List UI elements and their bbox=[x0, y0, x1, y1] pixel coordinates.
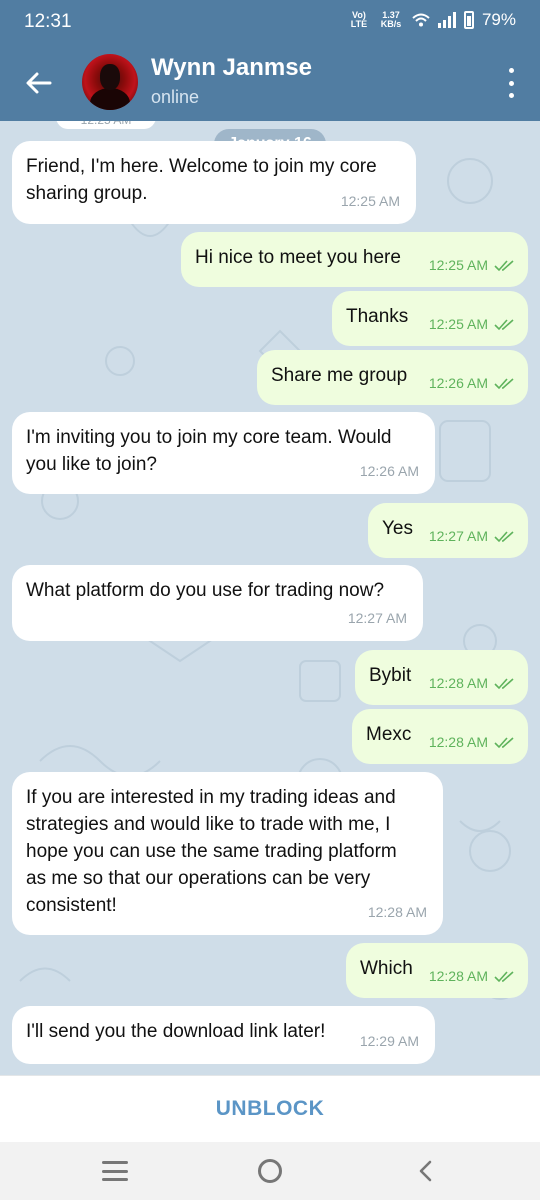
status-icons: Vo) LTE 1.37 KB/s 79% bbox=[348, 10, 516, 30]
message-text: What platform do you use for trading now… bbox=[26, 580, 385, 601]
double-check-icon bbox=[494, 377, 514, 389]
battery-icon bbox=[463, 11, 474, 29]
outgoing-message[interactable]: Bybit 12:28 AM bbox=[355, 650, 528, 705]
outgoing-message[interactable]: Share me group 12:26 AM bbox=[257, 350, 528, 405]
message-time-label: 12:25 AM bbox=[428, 257, 488, 273]
contact-status: online bbox=[151, 87, 200, 107]
message-time: 12:29 AM bbox=[359, 1033, 419, 1049]
message-list[interactable]: 12:25 AM January 16 Friend, I'm here. We… bbox=[0, 121, 540, 1075]
home-icon[interactable] bbox=[258, 1159, 282, 1183]
message-time-label: 12:26 AM bbox=[428, 375, 488, 391]
message-time-label: 12:28 AM bbox=[428, 675, 488, 691]
wifi-icon bbox=[412, 13, 430, 27]
signal-icon bbox=[437, 12, 456, 28]
message-time: 12:25 AM bbox=[429, 311, 516, 338]
incoming-message[interactable]: If you are interested in my trading idea… bbox=[12, 772, 443, 935]
message-text: hope you can use the same trading platfo… bbox=[26, 841, 397, 862]
message-time: 12:28 AM bbox=[429, 963, 516, 990]
message-time: 12:27 AM bbox=[429, 523, 516, 550]
message-time: 12:25 AM bbox=[340, 193, 400, 209]
contact-name[interactable]: Wynn Janmse bbox=[151, 54, 312, 82]
message-time: 12:26 AM bbox=[359, 463, 419, 479]
double-check-icon bbox=[494, 736, 514, 748]
incoming-message[interactable]: What platform do you use for trading now… bbox=[12, 565, 423, 641]
message-time: 12:28 AM bbox=[429, 670, 516, 697]
message-time: 12:25 AM bbox=[429, 252, 516, 279]
double-check-icon bbox=[494, 259, 514, 271]
message-time: 12:25 AM bbox=[56, 121, 156, 129]
status-time: 12:31 bbox=[24, 11, 72, 32]
arrow-left-icon[interactable] bbox=[22, 66, 56, 100]
unblock-bar: UNBLOCK bbox=[0, 1075, 540, 1142]
double-check-icon bbox=[494, 318, 514, 330]
volte-indicator: Vo) LTE bbox=[350, 10, 368, 29]
message-text: as me so that our operations can be very bbox=[26, 868, 371, 889]
incoming-message[interactable]: Friend, I'm here. Welcome to join my cor… bbox=[12, 141, 416, 224]
outgoing-message[interactable]: Hi nice to meet you here 12:25 AM bbox=[181, 232, 528, 287]
message-time-label: 12:28 AM bbox=[428, 968, 488, 984]
message-text: If you are interested in my trading idea… bbox=[26, 787, 396, 808]
double-check-icon bbox=[494, 970, 514, 982]
outgoing-message[interactable]: Yes 12:27 AM bbox=[368, 503, 528, 558]
incoming-message[interactable]: I'll send you the download link later! 1… bbox=[12, 1006, 435, 1064]
unblock-button[interactable]: UNBLOCK bbox=[0, 1097, 540, 1121]
message-time-label: 12:27 AM bbox=[428, 528, 488, 544]
battery-percent: 79% bbox=[481, 10, 516, 29]
message-text: Friend, I'm here. Welcome to join my cor… bbox=[26, 156, 377, 177]
recent-apps-icon[interactable] bbox=[102, 1161, 128, 1181]
back-icon[interactable] bbox=[414, 1159, 438, 1183]
chat-header: Wynn Janmse online bbox=[0, 44, 540, 121]
message-time: 12:28 AM bbox=[429, 729, 516, 756]
message-text: strategies and would like to trade with … bbox=[26, 814, 391, 835]
double-check-icon bbox=[494, 530, 514, 542]
message-time-label: 12:25 AM bbox=[428, 316, 488, 332]
avatar[interactable] bbox=[82, 54, 138, 110]
outgoing-message[interactable]: Mexc 12:28 AM bbox=[352, 709, 528, 764]
message-text: I'm inviting you to join my core team. W… bbox=[26, 427, 392, 448]
message-time: 12:28 AM bbox=[367, 904, 427, 920]
double-check-icon bbox=[494, 677, 514, 689]
network-speed: 1.37 KB/s bbox=[380, 10, 402, 29]
more-vertical-icon[interactable] bbox=[506, 68, 516, 98]
message-time: 12:26 AM bbox=[429, 370, 516, 397]
outgoing-message[interactable]: Which 12:28 AM bbox=[346, 943, 528, 998]
message-time: 12:27 AM bbox=[347, 610, 407, 626]
message-time-label: 12:28 AM bbox=[428, 734, 488, 750]
incoming-message[interactable]: I'm inviting you to join my core team. W… bbox=[12, 412, 435, 494]
system-navigation-bar bbox=[0, 1142, 540, 1200]
outgoing-message[interactable]: Thanks 12:25 AM bbox=[332, 291, 528, 346]
status-bar: 12:31 Vo) LTE 1.37 KB/s 79% bbox=[0, 0, 540, 44]
message-text: consistent! bbox=[26, 895, 117, 916]
